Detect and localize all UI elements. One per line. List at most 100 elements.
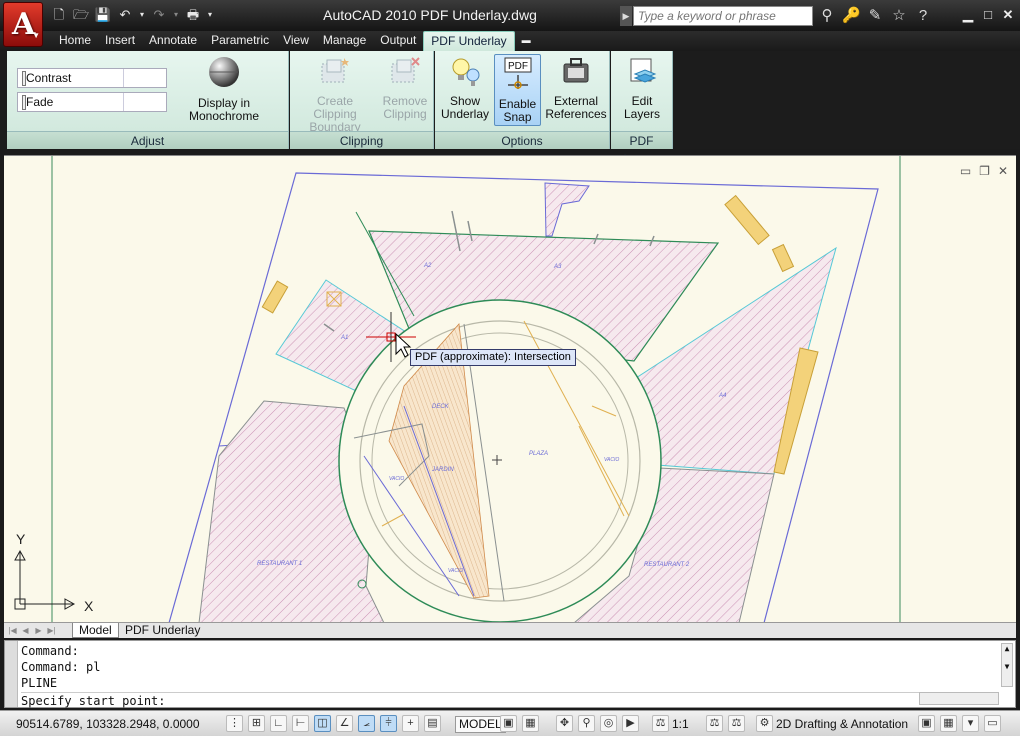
lightbulb-icon — [452, 58, 480, 86]
model-space-toggle[interactable]: MODEL — [455, 716, 506, 733]
label-a4: A4 — [718, 393, 727, 399]
command-scrollbar[interactable]: ▲ ▼ — [1001, 643, 1013, 687]
tab-home[interactable]: Home — [52, 31, 98, 51]
redo-icon[interactable]: ↷ — [150, 6, 168, 24]
remove-clipping-button[interactable]: Remove Clipping — [378, 56, 432, 121]
clean-screen-icon[interactable]: ▭ — [984, 715, 1001, 732]
workspace-switch[interactable]: 2D Drafting & Annotation — [776, 717, 908, 731]
lineweight-icon[interactable]: ▤ — [424, 715, 441, 732]
workspace-gear-icon[interactable]: ⚙ — [756, 715, 773, 732]
annotation-scale-icon[interactable]: ⚖ — [652, 715, 669, 732]
layout-tab-pdf-underlay[interactable]: PDF Underlay — [118, 623, 206, 638]
fade-label: Fade — [26, 95, 54, 109]
first-layout-icon[interactable]: |◀ — [7, 624, 18, 637]
undo-dropdown-icon[interactable]: ▾ — [138, 6, 146, 24]
search-expand-icon[interactable]: ▶ — [620, 6, 632, 26]
tab-pdf-underlay[interactable]: PDF Underlay — [423, 31, 515, 51]
ribbon: Contrast Fade Display in Monochrome Adju… — [0, 51, 1020, 166]
open-folder-icon[interactable]: 🗁 — [72, 6, 90, 24]
new-file-icon[interactable]: 🗋 — [50, 6, 68, 24]
command-history-line: Command: pl — [21, 660, 101, 674]
tab-annotate[interactable]: Annotate — [142, 31, 204, 51]
contrast-value-field[interactable] — [123, 69, 167, 87]
object-snap-tracking-icon[interactable]: ⦟ — [358, 715, 375, 732]
create-clipping-boundary-button[interactable]: Create Clipping Boundary — [296, 56, 374, 134]
contrast-slider[interactable]: Contrast — [17, 68, 167, 88]
showmotion-icon[interactable]: ▶ — [622, 715, 639, 732]
display-monochrome-button[interactable]: Display in Monochrome — [164, 56, 284, 123]
favorites-star-icon[interactable]: ☆ — [890, 6, 908, 26]
tab-parametric[interactable]: Parametric — [204, 31, 276, 51]
pan-icon[interactable]: ✥ — [556, 715, 573, 732]
layout-tab-model[interactable]: Model — [72, 623, 119, 638]
fade-slider[interactable]: Fade — [17, 92, 167, 112]
auto-scale-icon[interactable]: ⚖ — [728, 715, 745, 732]
redo-dropdown-icon[interactable]: ▾ — [172, 6, 180, 24]
create-clipping-label-1: Create Clipping — [313, 94, 357, 121]
grid-display-icon[interactable]: ∟ — [270, 715, 287, 732]
last-layout-icon[interactable]: ▶| — [46, 624, 57, 637]
help-icon[interactable]: ? — [914, 6, 932, 26]
ortho-mode-icon[interactable]: ⊢ — [292, 715, 309, 732]
annotation-visibility-icon[interactable]: ⚖ — [706, 715, 723, 732]
coordinate-readout[interactable]: 90514.6789, 103328.2948, 0.0000 — [16, 717, 200, 731]
viewport-close-icon[interactable]: ✕ — [998, 164, 1008, 178]
label-restaurant-1: RESTAURANT 1 — [257, 561, 302, 567]
toolbar-lock-icon[interactable]: ▣ — [918, 715, 935, 732]
status-menu-icon[interactable]: ▾ — [962, 715, 979, 732]
undo-icon[interactable]: ↶ — [116, 6, 134, 24]
edit-layers-label-2: Layers — [623, 107, 661, 121]
object-snap-icon[interactable]: ∠ — [336, 715, 353, 732]
show-underlay-button[interactable]: Show Underlay — [439, 56, 491, 121]
next-layout-icon[interactable]: ▶ — [33, 624, 44, 637]
hardware-acceleration-icon[interactable]: ▦ — [940, 715, 957, 732]
panel-pdf-layers: Edit Layers PDF Layers — [611, 51, 673, 166]
minimize-icon[interactable]: ▁ — [960, 6, 976, 24]
close-icon[interactable]: ✕ — [1000, 6, 1016, 24]
tab-view[interactable]: View — [276, 31, 316, 51]
edit-layers-button[interactable]: Edit Layers — [615, 56, 669, 121]
viewport-minimize-icon[interactable]: ▭ — [960, 164, 971, 178]
tab-insert[interactable]: Insert — [98, 31, 142, 51]
monochrome-sphere-icon — [209, 57, 239, 87]
binoculars-icon[interactable]: ⚲ — [818, 6, 836, 26]
restore-icon[interactable]: □ — [980, 6, 996, 24]
zoom-icon[interactable]: ⚲ — [578, 715, 595, 732]
quick-view-drawings-icon[interactable]: ▦ — [522, 715, 539, 732]
enable-snap-button[interactable]: PDF Enable Snap — [494, 54, 541, 126]
communication-center-icon[interactable]: ✎ — [866, 6, 884, 26]
command-window-gripper[interactable] — [5, 641, 18, 707]
tab-manage[interactable]: Manage — [316, 31, 373, 51]
dynamic-ucs-icon[interactable]: ⫩ — [380, 715, 397, 732]
ribbon-tab-bar: Home Insert Annotate Parametric View Man… — [0, 31, 1020, 51]
save-icon[interactable]: 💾 — [94, 6, 112, 24]
tab-output[interactable]: Output — [373, 31, 423, 51]
panel-title-options: Options — [435, 131, 609, 149]
qat-dropdown-icon[interactable]: ▾ — [206, 6, 214, 24]
snap-mode-icon[interactable]: ⊞ — [248, 715, 265, 732]
command-horizontal-scrollbar[interactable] — [919, 692, 999, 705]
steering-wheel-icon[interactable]: ◎ — [600, 715, 617, 732]
snap-tooltip: PDF (approximate): Intersection — [410, 349, 576, 366]
command-prompt[interactable]: Specify start point: — [21, 692, 939, 708]
label-a1: A1 — [340, 335, 348, 341]
annotation-scale-value[interactable]: 1:1 — [672, 717, 689, 731]
search-input[interactable] — [633, 6, 813, 26]
label-jardin: JARDIN — [431, 467, 454, 473]
dynamic-input-icon[interactable]: + — [402, 715, 419, 732]
viewport-restore-icon[interactable]: ❐ — [979, 164, 990, 178]
drawing-area[interactable]: ▭ ❐ ✕ A2 A3 A1 A4 DECK PLAZA JARDIN VACI… — [4, 155, 1016, 622]
subscription-key-icon[interactable]: 🔑 — [842, 6, 861, 26]
polar-tracking-icon[interactable]: ◫ — [314, 715, 331, 732]
fade-value-field[interactable] — [123, 93, 167, 111]
prev-layout-icon[interactable]: ◀ — [20, 624, 31, 637]
quick-view-layouts-icon[interactable]: ▣ — [500, 715, 517, 732]
external-references-button[interactable]: External References — [544, 56, 608, 121]
ribbon-minimize-icon[interactable]: ▬ — [515, 31, 535, 51]
ucs-y-label: Y — [16, 531, 26, 547]
layout-tab-bar: |◀ ◀ ▶ ▶| Model PDF Underlay — [4, 622, 1016, 638]
print-icon[interactable]: 🖶 — [184, 6, 202, 24]
application-menu-button[interactable]: A ▼ — [3, 2, 43, 47]
panel-options: Show Underlay PDF Enable Snap External R… — [435, 51, 610, 149]
infer-constraints-icon[interactable]: ⋮ — [226, 715, 243, 732]
